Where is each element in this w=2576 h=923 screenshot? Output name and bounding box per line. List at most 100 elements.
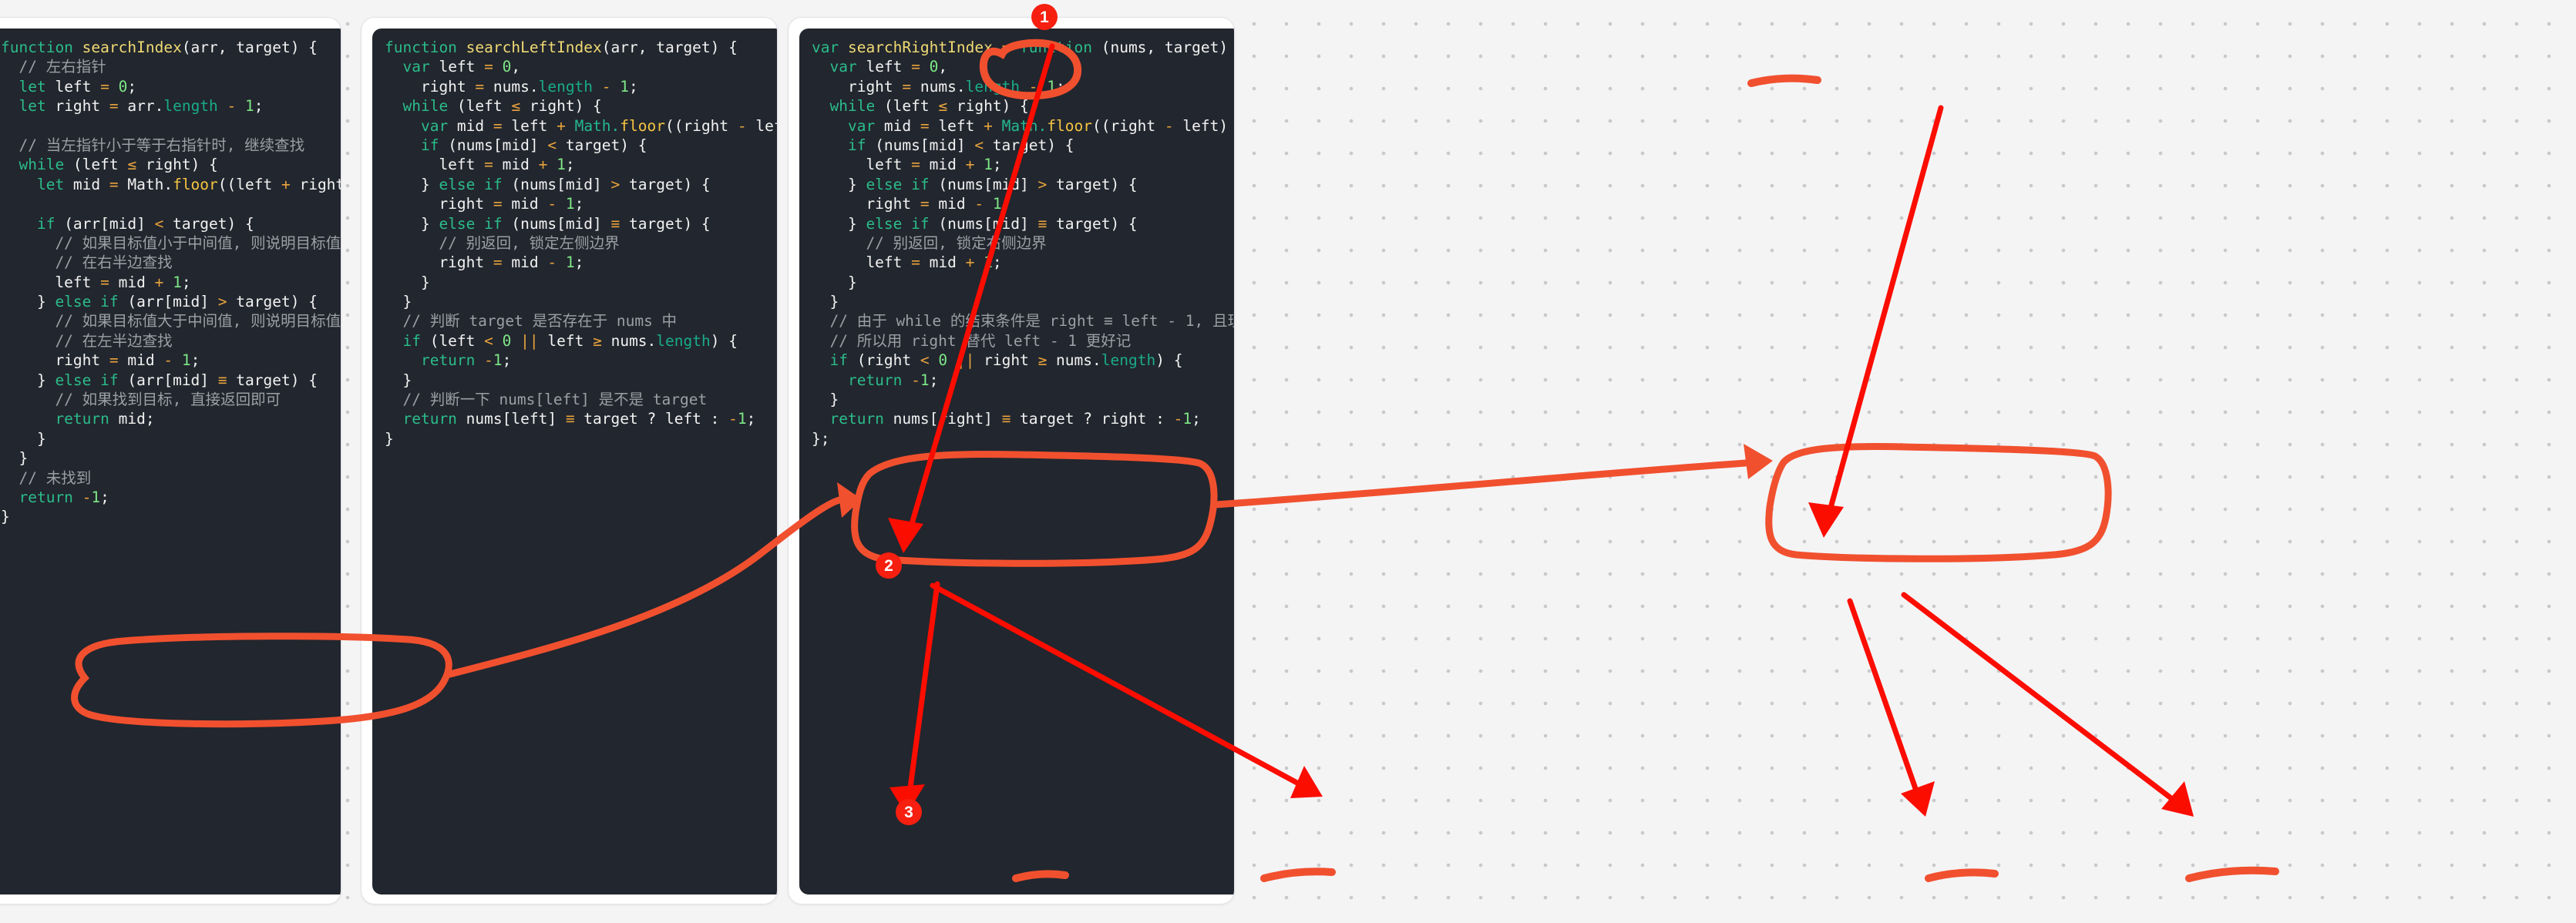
code-token: if (385, 331, 430, 350)
arrowhead-right-lower-a (1901, 781, 1935, 817)
code-token: Math. (574, 116, 620, 135)
code-token: - (484, 351, 493, 370)
code-line: right = nums.length - 1; (812, 77, 1234, 96)
code-line: right = mid - 1; (385, 194, 777, 213)
code-token: - (911, 371, 920, 389)
code-line: while (left ≤ right) { (385, 96, 777, 116)
code-card-search-index[interactable]: function searchIndex(arr, target) { // 左… (0, 17, 341, 905)
code-token: = (109, 175, 128, 193)
code-token: // 如果目标值小于中间值, 则说明目标值在右侧, 更新左指针 (55, 233, 341, 252)
code-token: ≡ (217, 371, 227, 389)
code-token: } (1, 371, 55, 389)
code-token: searchLeftIndex (466, 39, 602, 56)
code-token: + (557, 116, 566, 135)
code-token: length (538, 77, 594, 96)
code-token: // 左右指针 (1, 58, 106, 76)
code-token: ≡ (610, 214, 620, 233)
code-block-search-right-index[interactable]: var searchRightIndex = function (nums, t… (812, 38, 1234, 448)
code-token: = (920, 116, 939, 135)
whiteboard-canvas: function searchIndex(arr, target) { // 左… (0, 0, 2576, 923)
code-token: 1 (1182, 410, 1192, 428)
arrowhead-right-lower-b (2161, 781, 2194, 817)
code-token: (nums[mid] (511, 175, 611, 193)
code-token: = (493, 253, 512, 272)
code-token: ≡ (1037, 214, 1048, 233)
arrow-left-to-right-panel (1211, 458, 1761, 508)
code-token: ; (574, 253, 584, 272)
code-token: right (1, 351, 109, 370)
code-token: ; (1056, 77, 1065, 96)
code-token: function (385, 39, 466, 56)
code-token: mid (883, 116, 920, 135)
code-card-search-left-index[interactable]: function searchLeftIndex(arr, target) { … (361, 17, 778, 905)
code-token: nums. (601, 331, 657, 350)
code-token: ≤ (511, 97, 521, 116)
code-token: // 由于 while 的结束条件是 right ≡ left - 1, 且现在… (829, 312, 1234, 331)
code-surface-2: function searchLeftIndex(arr, target) { … (372, 29, 777, 894)
code-token: (left (72, 156, 128, 174)
code-card-search-right-index[interactable]: var searchRightIndex = function (nums, t… (788, 17, 1235, 905)
code-token: ((right (664, 116, 738, 135)
code-token: 1 (984, 156, 993, 174)
code-line: // 别返回, 锁定右侧边界 (812, 233, 1234, 253)
code-block-search-left-index[interactable]: function searchLeftIndex(arr, target) { … (385, 38, 777, 448)
code-token: (nums[mid] (448, 136, 548, 154)
code-token: 1 (91, 488, 101, 506)
code-line: // 左右指针 (1, 57, 341, 76)
code-line: // 如果目标值小于中间值, 则说明目标值在右侧, 更新左指针 (1, 233, 341, 253)
code-token: ; (629, 77, 638, 96)
code-token: nums[right] (893, 410, 1002, 428)
code-token: right) { (136, 156, 218, 174)
code-line: // 在右半边查找 (1, 253, 341, 272)
code-token: 0 (118, 77, 128, 96)
code-token: < (484, 331, 493, 350)
code-line: } else if (nums[mid] ≡ target) { (385, 214, 777, 233)
code-token: ; (565, 156, 575, 174)
code-line: } (812, 273, 1234, 292)
code-token: = (902, 77, 920, 96)
marker-badge-3[interactable]: 3 (896, 799, 922, 825)
code-token: 1 (565, 195, 575, 213)
code-token: } (385, 429, 394, 448)
code-line: } (385, 429, 777, 448)
code-token: - (1173, 410, 1183, 428)
code-token: Math. (1001, 116, 1048, 135)
code-token: = (109, 351, 128, 370)
code-token: // 在右半边查找 (1, 253, 173, 272)
code-token: } (385, 175, 439, 193)
code-token: target) { (163, 214, 254, 233)
code-token: target) { (557, 136, 647, 154)
code-token: } (812, 273, 857, 291)
code-token: , (511, 58, 521, 76)
code-token: nums[left] (466, 410, 566, 428)
code-token: = (1001, 39, 1021, 56)
code-token: target ? right : (1011, 410, 1174, 428)
code-block-search-index[interactable]: function searchIndex(arr, target) { // 左… (1, 38, 341, 527)
code-line: // 所以用 right 替代 left - 1 更好记 (812, 331, 1234, 351)
code-token: target) { (984, 136, 1074, 154)
marker-badge-2[interactable]: 2 (876, 552, 902, 579)
code-line: left = mid + 1; (1, 273, 341, 292)
code-token: 1 (173, 273, 182, 291)
code-token: let (1, 97, 55, 116)
code-token: // 判断一下 nums[left] 是不是 target (385, 391, 708, 409)
underline-p2-minus1 (1260, 868, 1336, 882)
code-token: else if (55, 293, 128, 311)
code-token: + (984, 116, 993, 135)
code-token: // 如果目标值大于中间值, 则说明目标值在左侧, 更新右指针 (55, 312, 341, 331)
code-token: floor (173, 175, 218, 193)
code-token: mid; (118, 410, 155, 428)
code-token: (left (883, 97, 939, 116)
code-token: target) { (620, 175, 711, 193)
code-token: (arr, target) { (601, 39, 738, 56)
code-line: } (1, 429, 341, 448)
arrowhead-marker-3b (1290, 766, 1323, 798)
code-token: target) { (620, 214, 711, 233)
code-token: let (1, 77, 55, 96)
code-token: right (974, 351, 1038, 370)
code-token: right) { (947, 97, 1029, 116)
marker-badge-1[interactable]: 1 (1031, 4, 1058, 30)
